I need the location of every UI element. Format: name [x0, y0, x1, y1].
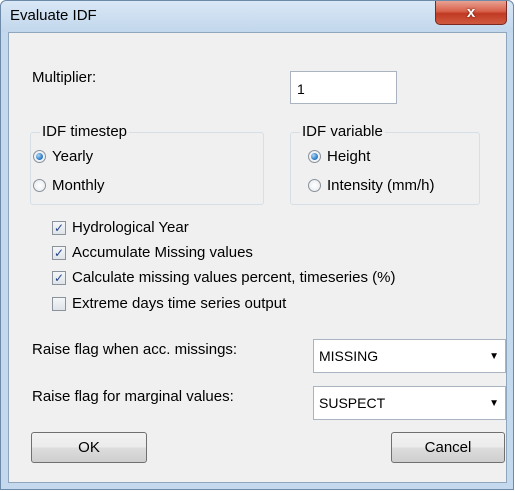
- checkbox-checked-icon: ✓: [52, 220, 66, 235]
- multiplier-value: 1: [297, 81, 305, 97]
- idf-variable-legend: IDF variable: [300, 123, 385, 140]
- close-icon: x: [466, 4, 476, 21]
- radio-selected-icon: [33, 150, 46, 163]
- marginal-label: Raise flag for marginal values:: [32, 388, 234, 405]
- checkbox-accumulate-missing[interactable]: ✓ Accumulate Missing values: [52, 244, 253, 261]
- radio-intensity-label: Intensity (mm/h): [327, 177, 435, 194]
- acc-missings-value: MISSING: [319, 348, 379, 364]
- checkbox-accumulate-missing-label: Accumulate Missing values: [72, 244, 253, 261]
- window-title: Evaluate IDF: [10, 7, 97, 24]
- radio-height[interactable]: Height: [308, 148, 370, 165]
- radio-intensity[interactable]: Intensity (mm/h): [308, 177, 435, 194]
- close-button[interactable]: x: [435, 1, 507, 25]
- idf-timestep-legend: IDF timestep: [40, 123, 130, 140]
- radio-height-label: Height: [327, 148, 371, 165]
- chevron-down-icon: ▼: [489, 398, 499, 409]
- marginal-value: SUSPECT: [319, 395, 386, 411]
- cancel-button[interactable]: Cancel: [391, 432, 505, 463]
- checkbox-unchecked-icon: [52, 296, 66, 311]
- radio-monthly-label: Monthly: [52, 177, 105, 194]
- chevron-down-icon: ▼: [489, 351, 499, 362]
- title-bar[interactable]: Evaluate IDF x: [1, 1, 513, 32]
- idf-variable-group: IDF variable: [290, 123, 480, 205]
- dialog-body: Multiplier: 1 IDF timestep Yearly Monthl…: [8, 32, 507, 483]
- marginal-select[interactable]: SUSPECT ▼: [313, 386, 506, 420]
- acc-missings-label: Raise flag when acc. missings:: [32, 341, 238, 358]
- checkbox-missing-percent[interactable]: ✓ Calculate missing values percent, time…: [52, 269, 395, 286]
- multiplier-label: Multiplier:: [32, 69, 97, 86]
- radio-yearly[interactable]: Yearly: [33, 148, 93, 165]
- radio-selected-icon: [308, 150, 321, 163]
- radio-unselected-icon: [308, 179, 321, 192]
- idf-timestep-group: IDF timestep: [30, 123, 264, 205]
- radio-yearly-label: Yearly: [52, 148, 94, 165]
- radio-unselected-icon: [33, 179, 46, 192]
- checkbox-hydrological-year[interactable]: ✓ Hydrological Year: [52, 219, 189, 236]
- dialog-window: Evaluate IDF x Multiplier: 1 IDF timeste…: [0, 0, 514, 490]
- checkbox-extreme-days[interactable]: Extreme days time series output: [52, 295, 286, 312]
- checkbox-checked-icon: ✓: [52, 270, 66, 285]
- checkbox-missing-percent-label: Calculate missing values percent, timese…: [72, 269, 396, 286]
- checkbox-extreme-days-label: Extreme days time series output: [72, 295, 287, 312]
- multiplier-input[interactable]: 1: [290, 71, 397, 104]
- acc-missings-select[interactable]: MISSING ▼: [313, 339, 506, 373]
- checkbox-checked-icon: ✓: [52, 245, 66, 260]
- radio-monthly[interactable]: Monthly: [33, 177, 105, 194]
- checkbox-hydrological-year-label: Hydrological Year: [72, 219, 189, 236]
- ok-button[interactable]: OK: [31, 432, 147, 463]
